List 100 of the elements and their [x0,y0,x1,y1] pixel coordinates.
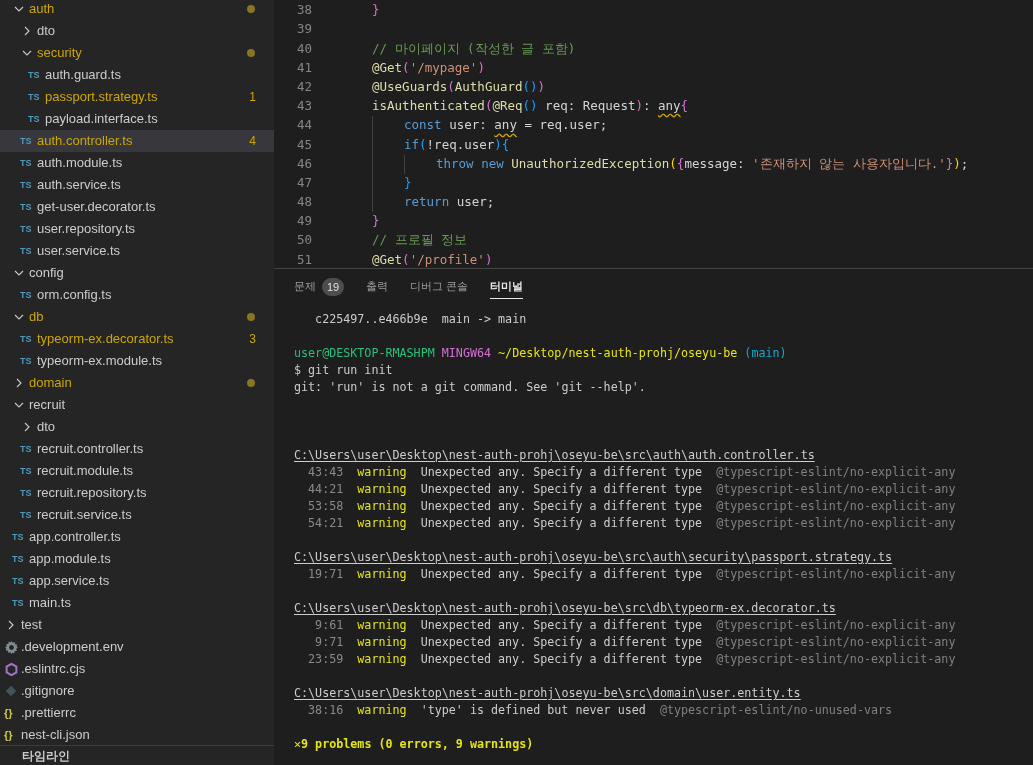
file-item[interactable]: .eslintrc.cjs [0,658,274,680]
code-line: throw new UnauthorizedException({message: '존재하지 않는 사용자입니다.'}); [340,154,969,174]
severity-label: warning [357,650,407,668]
panel-tab[interactable]: 터미널 [490,275,524,299]
file-item[interactable]: .development.env [0,636,274,658]
warning-message: Unexpected any. Specify a different type [420,463,703,481]
file-item[interactable]: TS passport.strategy.ts 1 [0,86,274,108]
summary-text: 9 problems (0 errors, 9 warnings) [301,735,534,753]
code-line: @UseGuards(AuthGuard()) [371,77,546,96]
typescript-icon: TS [20,488,34,498]
timeline-header[interactable]: 타임라인 [22,746,70,765]
file-item[interactable]: TS recruit.service.ts [0,504,274,526]
file-item[interactable]: TS auth.guard.ts [0,64,274,86]
severity-label: warning [357,514,407,532]
file-item[interactable]: TS app.controller.ts [0,526,274,548]
file-item[interactable]: TS recruit.module.ts [0,460,274,482]
warning-message: Unexpected any. Specify a different type [420,514,703,532]
code-line: } [371,1,380,20]
file-item[interactable]: TS user.repository.ts [0,218,274,240]
file-item[interactable]: TS get-user.decorator.ts [0,196,274,218]
file-item[interactable]: {} .prettierrc [0,702,274,724]
folder-item[interactable]: auth [0,0,274,20]
file-item[interactable]: TS user.service.ts [0,240,274,262]
severity-label: warning [357,701,407,719]
typescript-icon: TS [12,576,26,586]
warning-message: Unexpected any. Specify a different type [420,497,703,515]
folder-item[interactable]: test [0,614,274,636]
folder-item[interactable]: domain [0,372,274,394]
diamond-icon [5,685,17,697]
folder-item[interactable]: dto [0,416,274,438]
count-badge: 19 [322,277,345,296]
gear-icon [4,640,18,654]
typescript-icon: TS [12,598,26,608]
folder-item[interactable]: db [0,306,274,328]
panel-tab[interactable]: 디버그 콘솔 [410,275,469,299]
file-item[interactable]: TS typeorm-ex.decorator.ts 3 [0,328,274,350]
line-position: 38:16 [307,701,344,719]
problem-count: 3 [249,331,256,348]
file-path[interactable]: C:\Users\user\Desktop\nest-auth-prohj\oseyu-be\src\auth\auth.controller.ts [294,446,815,465]
warning-message: Unexpected any. Specify a different type [420,480,703,498]
file-item[interactable]: TS auth.service.ts [0,174,274,196]
folder-item[interactable]: dto [0,20,274,42]
typescript-icon: TS [20,136,34,146]
file-item[interactable]: {} nest-cli.json [0,724,274,745]
typescript-icon: TS [20,466,34,476]
file-path[interactable]: C:\Users\user\Desktop\nest-auth-prohj\oseyu-be\src\auth\security\passport.strategy.ts [294,548,893,567]
file-item[interactable]: TS app.module.ts [0,548,274,570]
file-item[interactable]: TS auth.module.ts [0,152,274,174]
code-line: if(!req.user){ [340,135,510,155]
typescript-icon: TS [20,334,34,344]
line-number: 50 [295,231,312,250]
file-item[interactable]: TS typeorm-ex.module.ts [0,350,274,372]
file-path[interactable]: C:\Users\user\Desktop\nest-auth-prohj\oseyu-be\src\db\typeorm-ex.decorator.ts [294,599,836,618]
folder-item[interactable]: config [0,262,274,284]
line-number: 39 [295,20,312,39]
file-item[interactable]: TS app.service.ts [0,570,274,592]
rule-name: @typescript-eslint/no-explicit-any [716,497,956,515]
severity-label: warning [357,616,407,634]
severity-label: warning [357,480,407,498]
file-item[interactable]: TS recruit.controller.ts [0,438,274,460]
warning-message: Unexpected any. Specify a different type [420,565,703,583]
warning-message: 'type' is defined but never used [420,701,646,719]
line-number: 47 [295,173,312,192]
line-number: 40 [295,39,312,58]
folder-item[interactable]: recruit [0,394,274,416]
panel-tab[interactable]: 문제 19 [294,275,345,299]
typescript-icon: TS [28,92,42,102]
typescript-icon: TS [20,246,34,256]
code-line: } [371,212,380,231]
typescript-icon: TS [20,356,34,366]
rule-name: @typescript-eslint/no-explicit-any [716,514,956,532]
file-item[interactable]: TS main.ts [0,592,274,614]
line-number: 41 [295,58,312,77]
folder-item[interactable]: security [0,42,274,64]
file-item[interactable]: TS auth.controller.ts 4 [0,130,274,152]
line-number: 43 [295,97,312,116]
line-position: 53:58 [307,497,344,515]
terminal-line: $ git run init [294,361,393,379]
file-item[interactable]: TS recruit.repository.ts [0,482,274,504]
warning-message: Unexpected any. Specify a different type [420,633,703,651]
typescript-icon: TS [20,444,34,454]
typescript-icon: TS [20,510,34,520]
problem-count: 1 [249,89,256,106]
line-position: 43:43 [307,463,344,481]
rule-name: @typescript-eslint/no-unused-vars [659,701,893,719]
line-number: 49 [295,212,312,231]
panel-tab[interactable]: 출력 [366,275,389,299]
typescript-icon: TS [20,158,34,168]
file-item[interactable]: TS payload.interface.ts [0,108,274,130]
line-position: 9:61 [314,616,344,634]
severity-label: warning [357,633,407,651]
line-position: 23:59 [307,650,344,668]
code-line: @Get('/profile') [371,250,493,268]
file-path[interactable]: C:\Users\user\Desktop\nest-auth-prohj\oseyu-be\src\domain\user.entity.ts [294,684,801,703]
line-position: 54:21 [307,514,344,532]
file-item[interactable]: TS orm.config.ts [0,284,274,306]
file-item[interactable]: .gitignore [0,680,274,702]
code-line: const user: any = req.user; [340,116,608,136]
rule-name: @typescript-eslint/no-explicit-any [716,565,956,583]
line-position: 44:21 [307,480,344,498]
